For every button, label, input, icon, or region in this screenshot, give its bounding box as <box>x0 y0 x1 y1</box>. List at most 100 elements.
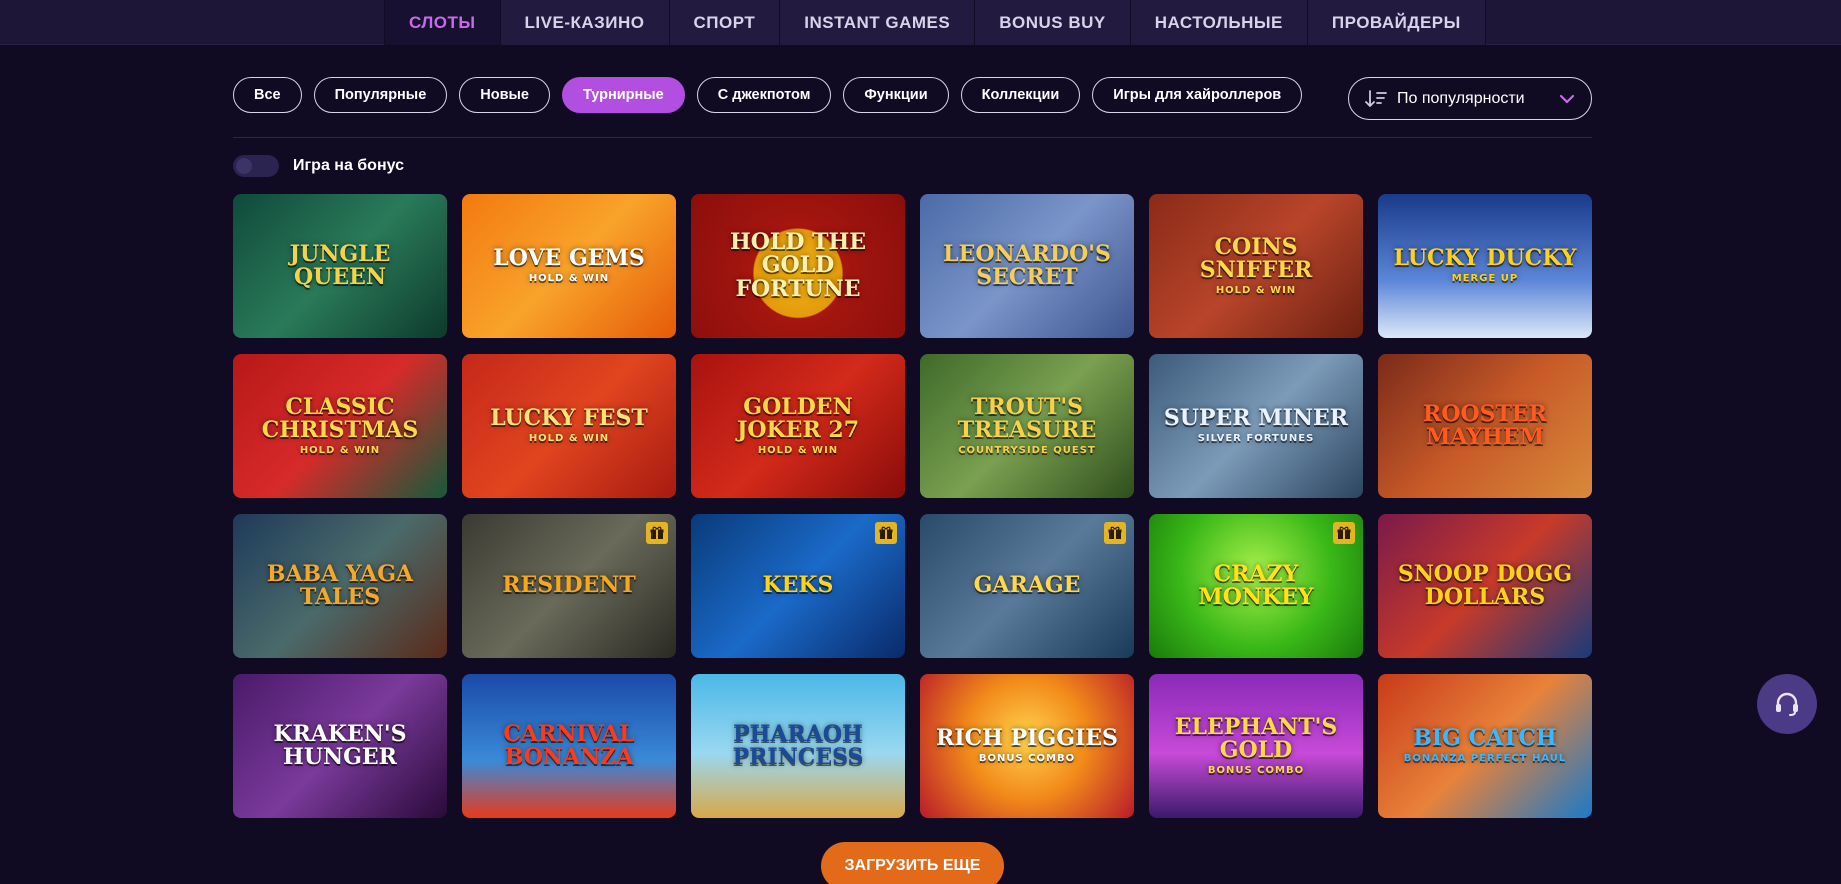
game-title-text: Rooster Mayhem <box>1423 400 1547 450</box>
game-title: Leonardo's Secret <box>920 240 1134 290</box>
game-card[interactable]: Baba Yaga Tales <box>233 514 447 658</box>
filter-chip-1[interactable]: Популярные <box>313 77 448 113</box>
tab-3[interactable]: INSTANT GAMES <box>780 0 976 45</box>
game-title-text: Leonardo's Secret <box>943 240 1111 290</box>
game-title: Lucky Fest HOLD & WIN <box>480 407 658 445</box>
game-title: Love Gems HOLD & WIN <box>483 247 655 285</box>
game-card[interactable]: Kraken's Hunger <box>233 674 447 818</box>
game-card[interactable]: Coins Sniffer HOLD & WIN <box>1149 194 1363 338</box>
game-title: Coins Sniffer HOLD & WIN <box>1149 235 1363 297</box>
game-title-text: Love Gems <box>493 245 645 272</box>
game-subtitle: BONANZA PERFECT HAUL <box>1403 753 1567 765</box>
tab-0[interactable]: СЛОТЫ <box>384 0 501 45</box>
game-card[interactable]: Keks <box>691 514 905 658</box>
game-card[interactable]: Leonardo's Secret <box>920 194 1134 338</box>
game-title-text: Resident <box>502 572 636 599</box>
game-subtitle: SILVER FORTUNES <box>1197 433 1315 445</box>
game-card[interactable]: Trout's Treasure COUNTRYSIDE QUEST <box>920 354 1134 498</box>
filter-chip-5[interactable]: Функции <box>843 77 949 113</box>
category-tabs: СЛОТЫ LIVE-КАЗИНО СПОРТ INSTANT GAMES BONUS … <box>384 0 1486 45</box>
game-title: Trout's Treasure COUNTRYSIDE QUEST <box>920 395 1134 457</box>
game-card[interactable]: Big Catch BONANZA PERFECT HAUL <box>1378 674 1592 818</box>
toggle-knob <box>236 158 252 174</box>
filter-chip-3[interactable]: Турнирные <box>561 77 685 113</box>
game-title: Carnival Bonanza <box>462 722 676 769</box>
bonus-toggle-label: Игра на бонус <box>293 157 405 174</box>
game-title: Rich Piggies BONUS COMBO <box>926 727 1128 765</box>
game-title: Crazy Monkey <box>1149 560 1363 610</box>
game-title-text: Rich Piggies <box>936 725 1118 752</box>
game-subtitle: BONUS COMBO <box>1207 764 1305 776</box>
game-title: Big Catch BONANZA PERFECT HAUL <box>1394 727 1577 765</box>
load-more-button[interactable]: ЗАГРУЗИТЬ ЕЩЕ <box>821 842 1004 884</box>
bonus-toggle-row: Игра на бонус <box>233 154 404 178</box>
tab-5[interactable]: НАСТОЛЬНЫЕ <box>1130 0 1308 45</box>
filter-chip-6[interactable]: Коллекции <box>960 77 1081 113</box>
gift-icon <box>875 522 897 544</box>
gift-icon <box>1104 522 1126 544</box>
filter-chip-0[interactable]: Все <box>233 77 302 113</box>
game-subtitle: HOLD & WIN <box>1215 284 1297 296</box>
game-title-text: Hold the Gold Fortune <box>729 229 867 302</box>
game-title: Pharaoh Princess <box>691 720 905 770</box>
game-title: Rooster Mayhem <box>1378 400 1592 450</box>
tab-1[interactable]: LIVE-КАЗИНО <box>500 0 670 45</box>
game-card[interactable]: Classic Christmas HOLD & WIN <box>233 354 447 498</box>
game-card[interactable]: Crazy Monkey <box>1149 514 1363 658</box>
game-card[interactable]: Pharaoh Princess <box>691 674 905 818</box>
game-title: Lucky Ducky MERGE UP <box>1384 247 1587 285</box>
filter-chip-4[interactable]: С джекпотом <box>696 77 832 113</box>
tab-4[interactable]: BONUS BUY <box>975 0 1131 45</box>
bonus-toggle[interactable] <box>233 155 279 177</box>
gift-icon <box>1333 522 1355 544</box>
game-title: Jungle Queen <box>233 240 447 290</box>
game-title-text: Snoop Dogg Dollars <box>1397 560 1573 610</box>
game-title-text: Lucky Fest <box>490 405 648 432</box>
game-card[interactable]: Rich Piggies BONUS COMBO <box>920 674 1134 818</box>
game-title-text: Big Catch <box>1413 725 1557 752</box>
game-title: Classic Christmas HOLD & WIN <box>233 395 447 457</box>
game-subtitle: HOLD & WIN <box>757 444 839 456</box>
support-button[interactable] <box>1757 674 1817 734</box>
game-card[interactable]: Super Miner SILVER FORTUNES <box>1149 354 1363 498</box>
game-title: Super Miner SILVER FORTUNES <box>1154 407 1358 445</box>
sort-descending-icon <box>1365 89 1387 107</box>
game-title-text: Garage <box>973 572 1081 599</box>
game-card[interactable]: Lucky Fest HOLD & WIN <box>462 354 676 498</box>
game-title-text: Baba Yaga Tales <box>266 560 414 610</box>
game-title: Kraken's Hunger <box>233 722 447 769</box>
filter-chips: Все Популярные Новые Турнирные С джекпотом Фу… <box>233 77 1303 115</box>
game-title: Baba Yaga Tales <box>233 560 447 610</box>
game-title-text: Jungle Queen <box>289 240 391 290</box>
filter-chip-2[interactable]: Новые <box>459 77 550 113</box>
filter-chip-7[interactable]: Игры для хайроллеров <box>1092 77 1303 113</box>
game-subtitle: HOLD & WIN <box>528 273 610 285</box>
game-subtitle: MERGE UP <box>1451 273 1519 285</box>
game-title-text: Crazy Monkey <box>1198 560 1314 610</box>
game-title-text: Pharaoh Princess <box>732 720 864 770</box>
game-title: Hold the Gold Fortune <box>691 231 905 300</box>
top-nav: СЛОТЫ LIVE-КАЗИНО СПОРТ INSTANT GAMES BONUS … <box>0 0 1841 45</box>
game-title-text: Keks <box>762 572 834 599</box>
game-card[interactable]: Carnival Bonanza <box>462 674 676 818</box>
game-title-text: Lucky Ducky <box>1393 245 1577 272</box>
game-card[interactable]: Jungle Queen <box>233 194 447 338</box>
game-subtitle: HOLD & WIN <box>299 444 381 456</box>
game-card[interactable]: Golden Joker 27 HOLD & WIN <box>691 354 905 498</box>
game-card[interactable]: Love Gems HOLD & WIN <box>462 194 676 338</box>
game-card[interactable]: Hold the Gold Fortune <box>691 194 905 338</box>
game-card[interactable]: Resident <box>462 514 676 658</box>
game-grid: Jungle Queen Love Gems HOLD & WIN Hold the … <box>233 194 1593 818</box>
game-card[interactable]: Elephant's Gold BONUS COMBO <box>1149 674 1363 818</box>
tab-6[interactable]: ПРОВАЙДЕРЫ <box>1307 0 1486 45</box>
gift-icon <box>646 522 668 544</box>
chevron-down-icon <box>1559 94 1575 103</box>
game-card[interactable]: Rooster Mayhem <box>1378 354 1592 498</box>
game-card[interactable]: Garage <box>920 514 1134 658</box>
game-title: Keks <box>753 574 844 597</box>
game-card[interactable]: Lucky Ducky MERGE UP <box>1378 194 1592 338</box>
game-title: Elephant's Gold BONUS COMBO <box>1149 715 1363 777</box>
tab-2[interactable]: СПОРТ <box>669 0 781 45</box>
game-card[interactable]: Snoop Dogg Dollars <box>1378 514 1592 658</box>
sort-dropdown[interactable]: По популярности <box>1348 77 1592 120</box>
